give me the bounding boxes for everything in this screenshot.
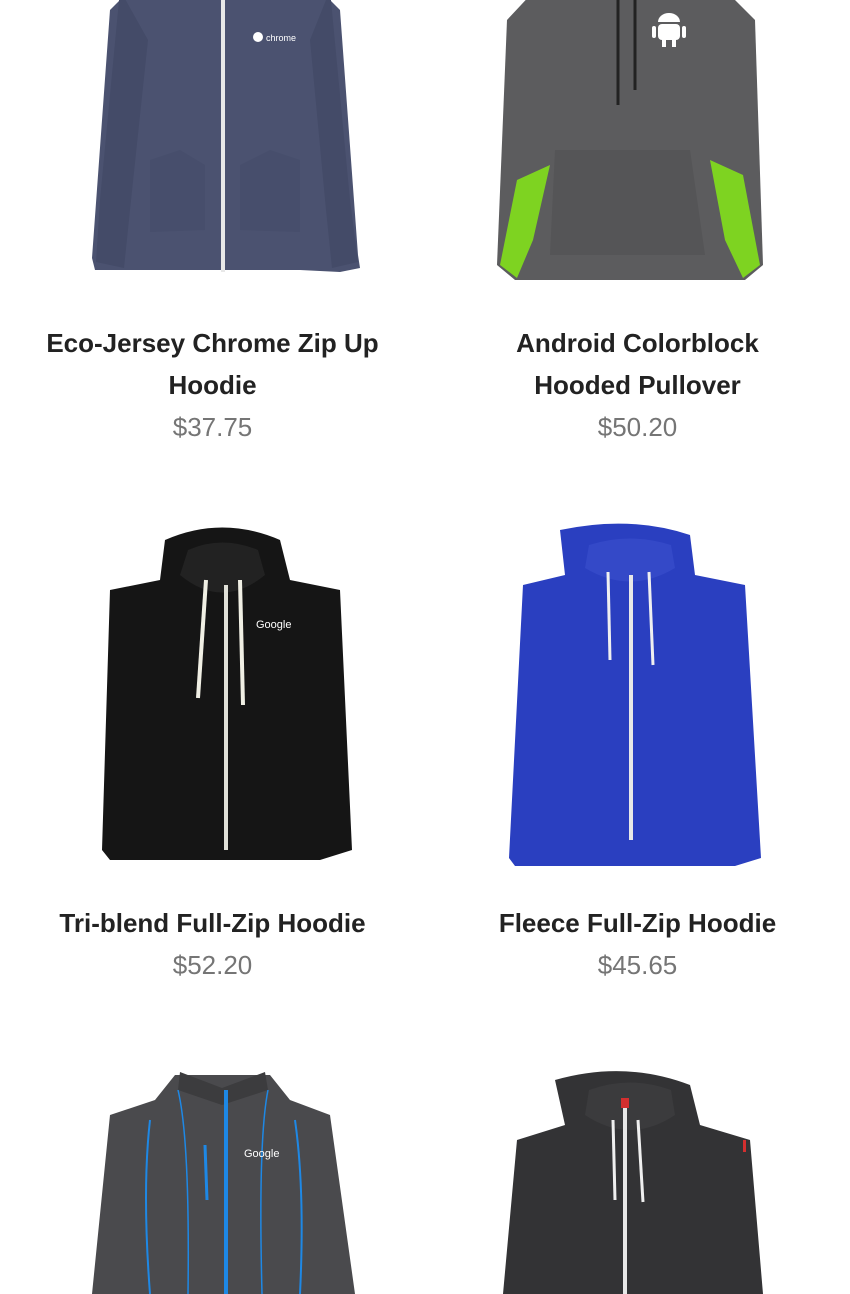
product-card[interactable]: Google Tri-blend Full-Zip Hoodie $52.20 <box>0 520 425 1000</box>
product-image[interactable] <box>425 0 850 300</box>
product-image[interactable]: Google <box>0 520 425 865</box>
product-title[interactable]: Android Colorblock Hooded Pullover <box>465 322 810 406</box>
product-image[interactable]: Google <box>0 1060 425 1294</box>
product-title[interactable]: Fleece Full-Zip Hoodie <box>465 902 810 944</box>
product-price: $50.20 <box>597 412 678 442</box>
product-card[interactable] <box>425 1060 850 1294</box>
svg-text:Google: Google <box>256 619 291 631</box>
product-price: $52.20 <box>172 950 253 980</box>
product-image[interactable]: chrome <box>0 0 425 300</box>
product-card[interactable]: Android Colorblock Hooded Pullover $50.2… <box>425 0 850 470</box>
product-card[interactable]: chrome Eco-Jersey Chrome Zip Up Hoodie $… <box>0 0 425 470</box>
product-image[interactable] <box>425 1060 850 1294</box>
product-card[interactable]: Fleece Full-Zip Hoodie $45.65 <box>425 520 850 1000</box>
product-title[interactable]: Eco-Jersey Chrome Zip Up Hoodie <box>40 322 385 406</box>
product-price: $45.65 <box>597 950 678 980</box>
product-image[interactable] <box>425 520 850 870</box>
product-title[interactable]: Tri-blend Full-Zip Hoodie <box>40 902 385 944</box>
product-grid: chrome Eco-Jersey Chrome Zip Up Hoodie $… <box>0 0 850 1294</box>
svg-text:Google: Google <box>244 1148 279 1160</box>
product-price: $37.75 <box>172 412 253 442</box>
product-card[interactable]: Google <box>0 1060 425 1294</box>
svg-text:chrome: chrome <box>266 33 296 43</box>
